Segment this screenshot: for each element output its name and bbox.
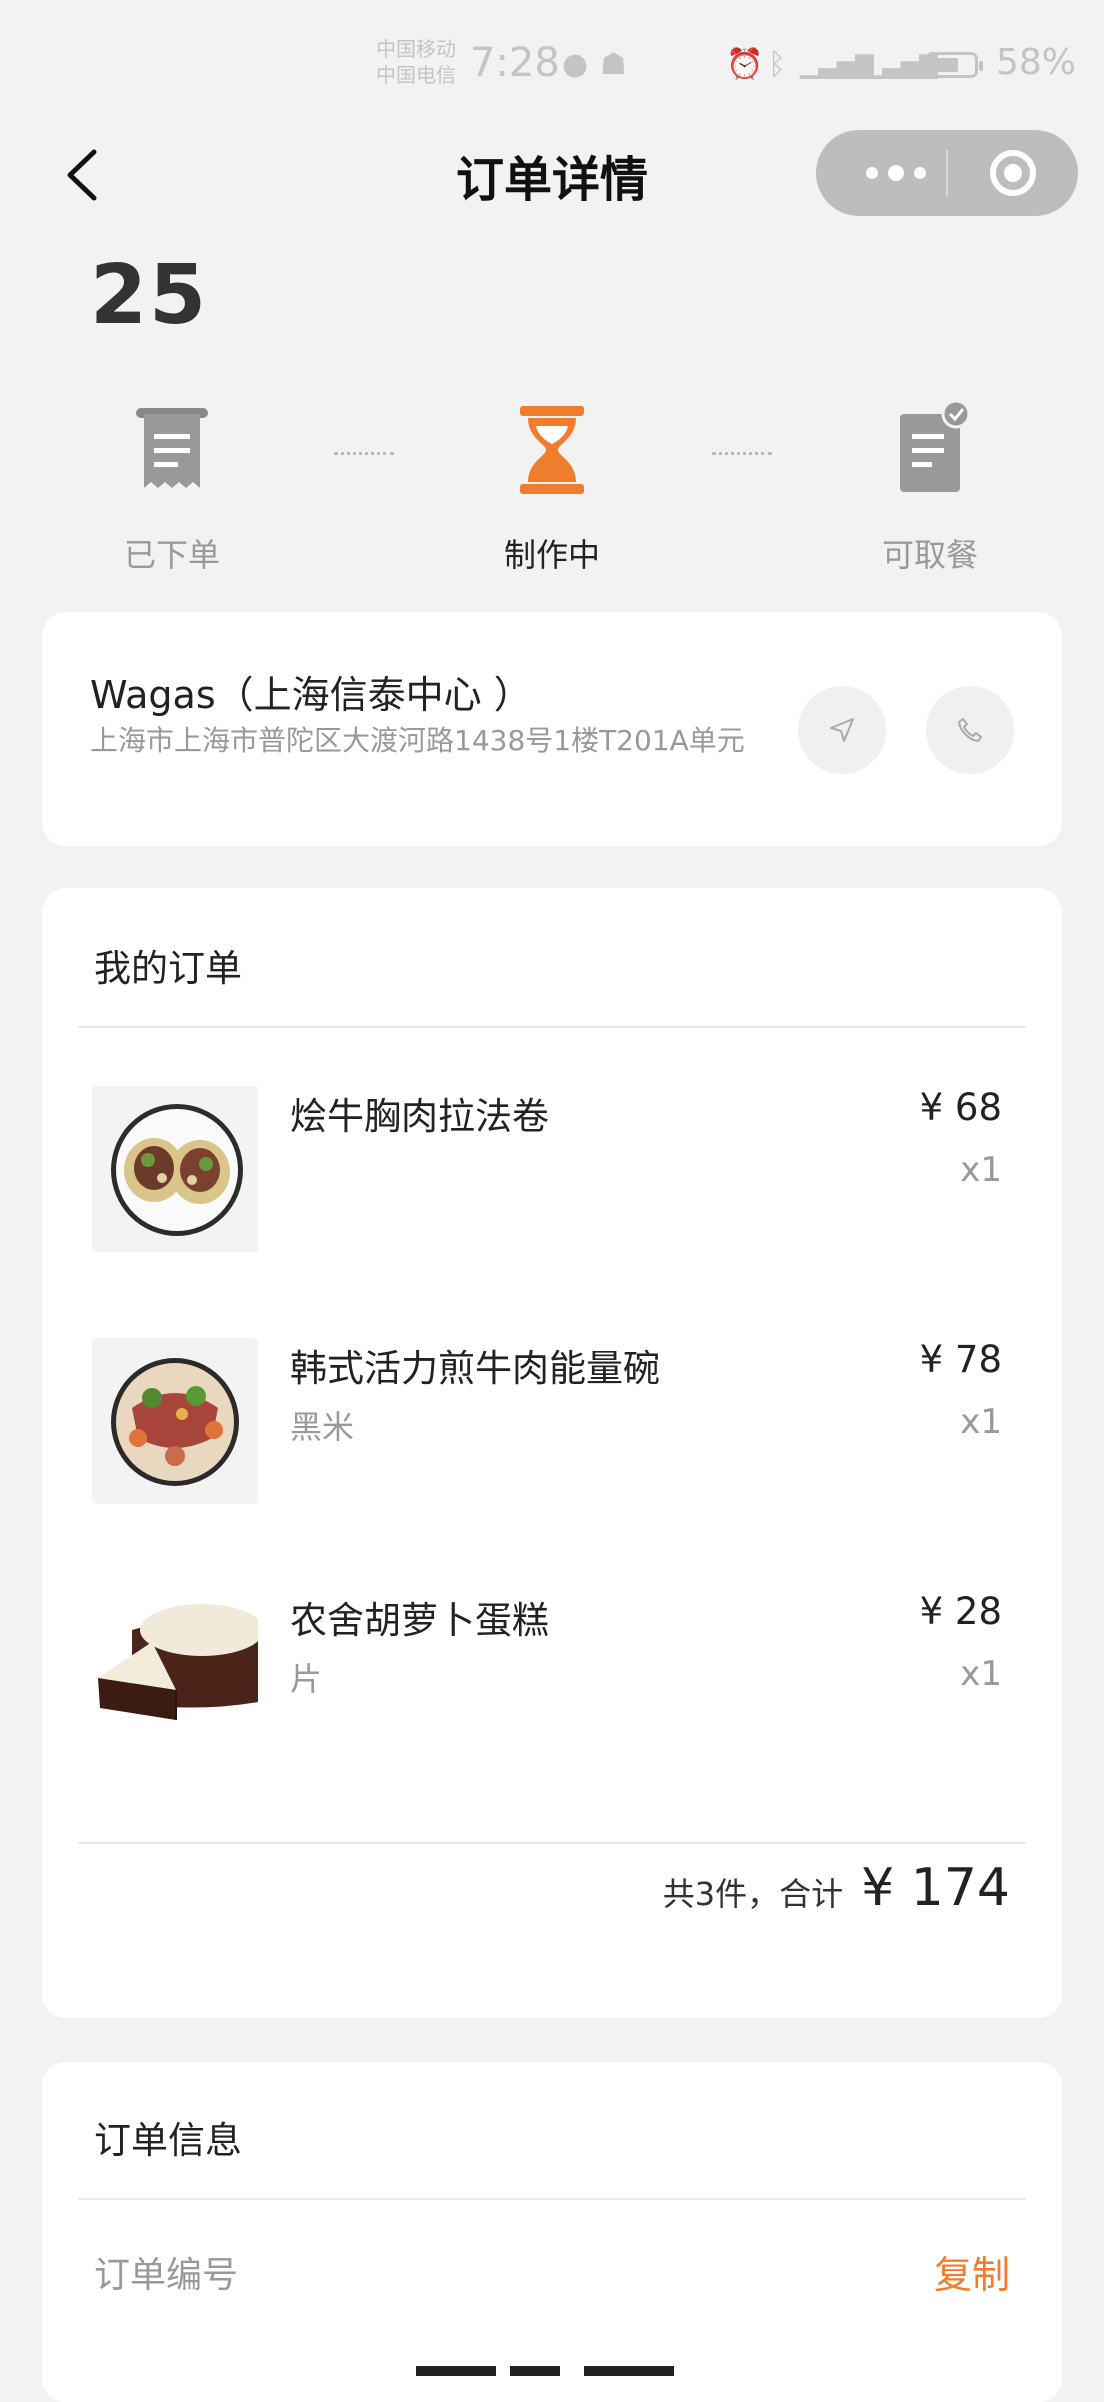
copy-button[interactable]: 复制	[934, 2244, 1010, 2299]
store-address: 上海市上海市普陀区大渡河路1438号1楼T201A单元	[90, 724, 745, 757]
status-bar: 中国移动 中国电信 7:28 ● ☗ ⏰ ᛒ ▁▃▅▇ ▁▃▅▇ 58%	[0, 0, 1104, 130]
barcode-peek	[584, 2366, 674, 2376]
item-price: ¥ 78	[919, 1338, 1002, 1381]
beef-bowl-image	[92, 1338, 258, 1504]
barcode-peek	[416, 2366, 496, 2376]
list-item[interactable]: 烩牛胸肉拉法卷 ¥ 68 x1	[92, 1086, 1012, 1252]
item-quantity: x1	[960, 1150, 1002, 1190]
capsule-divider	[946, 150, 948, 196]
step-label: 制作中	[503, 536, 600, 574]
list-item[interactable]: 农舍胡萝卜蛋糕 片 ¥ 28 x1	[92, 1590, 1012, 1756]
store-name: Wagas（上海信泰中心 ）	[90, 673, 532, 717]
item-name: 农舍胡萝卜蛋糕	[290, 1599, 549, 1642]
order-total: 共3件，合计 ¥ 174	[663, 1858, 1010, 1918]
target-icon[interactable]	[990, 150, 1036, 196]
step-label: 可取餐	[881, 536, 978, 574]
alarm-icon: ⏰	[726, 47, 764, 82]
item-price: ¥ 28	[919, 1590, 1002, 1633]
mini-program-capsule	[816, 130, 1078, 216]
divider	[78, 1842, 1026, 1844]
carrier-2: 中国电信	[376, 63, 456, 87]
total-summary-text: 共3件，合计	[662, 1875, 844, 1913]
navigate-button[interactable]	[798, 686, 886, 774]
my-order-title: 我的订单	[94, 947, 242, 990]
step-ready: 可取餐	[830, 399, 1030, 576]
item-option: 片	[290, 1660, 323, 1698]
list-item[interactable]: 韩式活力煎牛肉能量碗 黑米 ¥ 78 x1	[92, 1338, 1012, 1504]
item-option: 黑米	[290, 1408, 355, 1446]
item-price: ¥ 68	[919, 1086, 1002, 1129]
pickup-number: 25	[90, 248, 209, 343]
item-name: 韩式活力煎牛肉能量碗	[290, 1347, 660, 1390]
hourglass-icon	[520, 406, 584, 494]
receipt-icon	[136, 408, 208, 488]
step-connector	[334, 452, 394, 455]
carrier-names: 中国移动 中国电信	[376, 36, 456, 88]
barcode-peek	[510, 2366, 560, 2376]
my-order-card: 我的订单 烩牛胸肉拉法卷 ¥ 68 x1 韩式活力煎牛肉能量碗 黑米 ¥ 78 …	[42, 888, 1062, 2018]
order-info-card: 订单信息 订单编号 复制	[42, 2062, 1062, 2402]
step-making: 制作中	[452, 400, 652, 576]
document-check-icon	[900, 399, 971, 492]
qq-icon: ☗	[600, 47, 627, 82]
notification-icon: ●	[562, 47, 589, 82]
battery-icon	[926, 52, 983, 78]
step-label: 已下单	[123, 536, 220, 574]
phone-icon	[958, 718, 982, 742]
step-ordered: 已下单	[72, 400, 272, 576]
store-card: Wagas（上海信泰中心 ） 上海市上海市普陀区大渡河路1438号1楼T201A…	[42, 612, 1062, 846]
clock: 7:28	[470, 40, 560, 86]
more-dots-icon[interactable]	[846, 130, 946, 216]
total-amount: ¥ 174	[861, 1858, 1010, 1918]
navigation-arrow-icon	[830, 718, 854, 742]
order-info-title: 订单信息	[94, 2119, 242, 2162]
bluetooth-icon: ᛒ	[768, 47, 786, 82]
divider	[78, 2198, 1026, 2200]
item-name: 烩牛胸肉拉法卷	[290, 1095, 549, 1138]
battery-percent: 58%	[996, 42, 1077, 83]
signal-5g-icon: ▁▃▅▇	[800, 51, 874, 79]
wrap-image	[92, 1086, 258, 1252]
item-quantity: x1	[960, 1654, 1002, 1694]
carrier-1: 中国移动	[376, 37, 456, 61]
divider	[78, 1026, 1026, 1028]
carrot-cake-image	[92, 1590, 258, 1756]
item-quantity: x1	[960, 1402, 1002, 1442]
call-button[interactable]	[926, 686, 1014, 774]
step-connector	[712, 452, 772, 455]
order-id-label: 订单编号	[94, 2255, 239, 2296]
